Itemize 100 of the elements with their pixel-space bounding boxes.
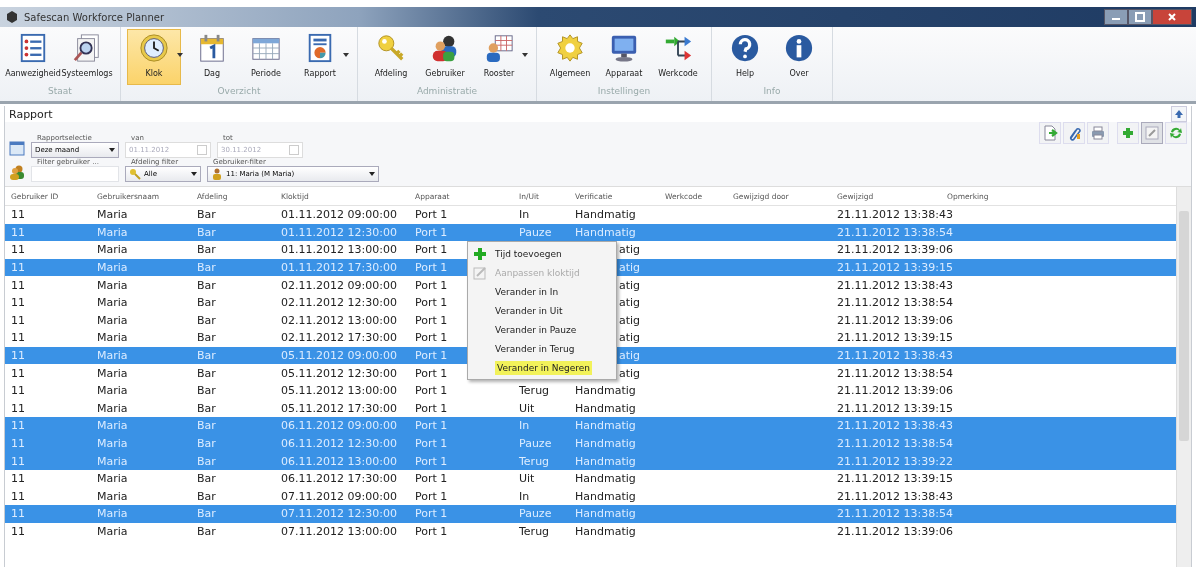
table-cell: Bar [197, 243, 216, 257]
group-label: Instellingen [597, 86, 651, 96]
table-cell: 21.11.2012 13:39:15 [837, 331, 953, 345]
magnifier-icon [72, 33, 102, 63]
ribbon-button[interactable]: Dag [185, 29, 239, 85]
table-cell: 06.11.2012 13:00:00 [281, 454, 397, 468]
table-cell: Maria [97, 296, 128, 310]
table-cell: 21.11.2012 13:38:43 [837, 419, 953, 433]
table-cell: atig [619, 331, 641, 345]
table-cell: 11 [11, 296, 25, 310]
edit-icon [473, 265, 487, 280]
maximize-button[interactable] [1128, 9, 1152, 25]
table-cell: Port 1 [415, 349, 448, 363]
table-cell: Handmatig [575, 454, 636, 468]
table-cell: Maria [97, 437, 128, 450]
ribbon-button[interactable]: Help [718, 29, 772, 85]
ribbon-button[interactable]: Over [772, 29, 826, 85]
table-cell: Terug [519, 525, 550, 538]
table-cell: Bar [197, 331, 216, 345]
table-cell: 02.11.2012 17:30:00 [281, 331, 397, 345]
table-cell: Port 1 [415, 489, 448, 503]
up-arrow-icon [1174, 109, 1184, 119]
table-cell: Terug [519, 454, 550, 468]
table-cell: 02.11.2012 12:30:00 [281, 296, 397, 310]
table-cell: 21.11.2012 13:39:15 [837, 261, 953, 275]
table-cell: 11 [11, 507, 25, 521]
table-cell: Port 1 [415, 525, 448, 538]
table-cell: Handmatig [575, 507, 636, 521]
table-cell: atig [619, 296, 641, 310]
table-cell: Port 1 [415, 401, 448, 415]
printer-button[interactable] [1087, 122, 1109, 144]
table-cell: Pauze [519, 225, 552, 239]
table-cell: 01.11.2012 12:30:00 [281, 225, 397, 239]
table-cell: 11 [11, 525, 25, 538]
window-title: Safescan Workforce Planner [24, 11, 165, 23]
table-cell: Port 1 [415, 419, 448, 433]
table-cell: 21.11.2012 13:38:54 [837, 437, 953, 450]
ribbon-button[interactable]: Rooster [472, 29, 526, 85]
key-icon [129, 168, 141, 180]
menu-item[interactable]: Verander in Terug [470, 339, 614, 358]
table-cell: 01.11.2012 09:00:00 [281, 208, 397, 222]
dropdown-arrow-icon[interactable] [177, 53, 183, 57]
table-cell: 21.11.2012 13:39:06 [837, 243, 953, 257]
table-cell: atig [619, 278, 641, 292]
user-filter-field[interactable] [31, 166, 119, 182]
table-cell: 07.11.2012 13:00:00 [281, 525, 397, 538]
table-cell: 21.11.2012 13:39:06 [837, 313, 953, 327]
close-button[interactable] [1152, 9, 1192, 25]
table-cell: atig [619, 261, 641, 275]
ribbon-button[interactable]: Apparaat [597, 29, 651, 85]
ribbon-button[interactable]: Systeemlogs [60, 29, 114, 85]
table-cell: Port 1 [415, 437, 448, 450]
paperclip-button[interactable] [1063, 122, 1085, 144]
table-cell: 11 [11, 349, 25, 363]
table-cell: Bar [197, 525, 216, 538]
menu-item[interactable]: Verander in Uit [470, 301, 614, 320]
list-icon [18, 33, 48, 63]
table-cell: Maria [97, 489, 128, 503]
scrollbar[interactable] [1176, 187, 1191, 567]
table-cell: atig [619, 366, 641, 380]
minimize-button[interactable] [1104, 9, 1128, 25]
menu-item[interactable]: Verander in In [470, 282, 614, 301]
table-cell: Pauze [519, 437, 552, 450]
table-cell: Handmatig [575, 208, 636, 222]
table-cell: 21.11.2012 13:38:43 [837, 349, 953, 363]
table-cell: Bar [197, 472, 216, 486]
table-cell: 11 [11, 489, 25, 503]
dropdown-arrow-icon[interactable] [522, 53, 528, 57]
gear-icon [555, 33, 585, 63]
table-cell: atig [619, 243, 641, 257]
table-cell: Handmatig [575, 401, 636, 415]
table-cell: 07.11.2012 12:30:00 [281, 507, 397, 521]
ribbon-button[interactable]: Algemeen [543, 29, 597, 85]
dropdown-arrow-icon[interactable] [343, 53, 349, 57]
ribbon-button[interactable]: Periode [239, 29, 293, 85]
table-cell: 11 [11, 208, 25, 222]
clock-icon [139, 33, 169, 63]
table-cell: 21.11.2012 13:38:43 [837, 208, 953, 222]
table-cell: Port 1 [415, 454, 448, 468]
plus-button[interactable] [1117, 122, 1139, 144]
ribbon-button[interactable]: Rapport [293, 29, 347, 85]
refresh-button[interactable] [1165, 122, 1187, 144]
plus-icon [473, 246, 487, 261]
app-icon [6, 11, 18, 23]
export-button[interactable] [1039, 122, 1061, 144]
table-cell: Handmatig [575, 489, 636, 503]
table-cell: Port 1 [415, 384, 448, 398]
menu-item[interactable]: Tijd toevoegen [470, 244, 614, 263]
table-cell: Handmatig [575, 225, 636, 239]
collapse-button[interactable] [1171, 106, 1187, 122]
ribbon-button[interactable]: Klok [127, 29, 181, 85]
ribbon-button[interactable]: Aanwezigheid [6, 29, 60, 85]
ribbon-button[interactable]: Gebruiker [418, 29, 472, 85]
printer-icon [1090, 125, 1106, 141]
table-cell: Port 1 [415, 331, 448, 345]
ribbon-button[interactable]: Werkcode [651, 29, 705, 85]
export-icon [1042, 125, 1058, 141]
table-cell: Maria [97, 472, 128, 486]
ribbon-button[interactable]: Afdeling [364, 29, 418, 85]
menu-item[interactable]: Verander in Pauze [470, 320, 614, 339]
